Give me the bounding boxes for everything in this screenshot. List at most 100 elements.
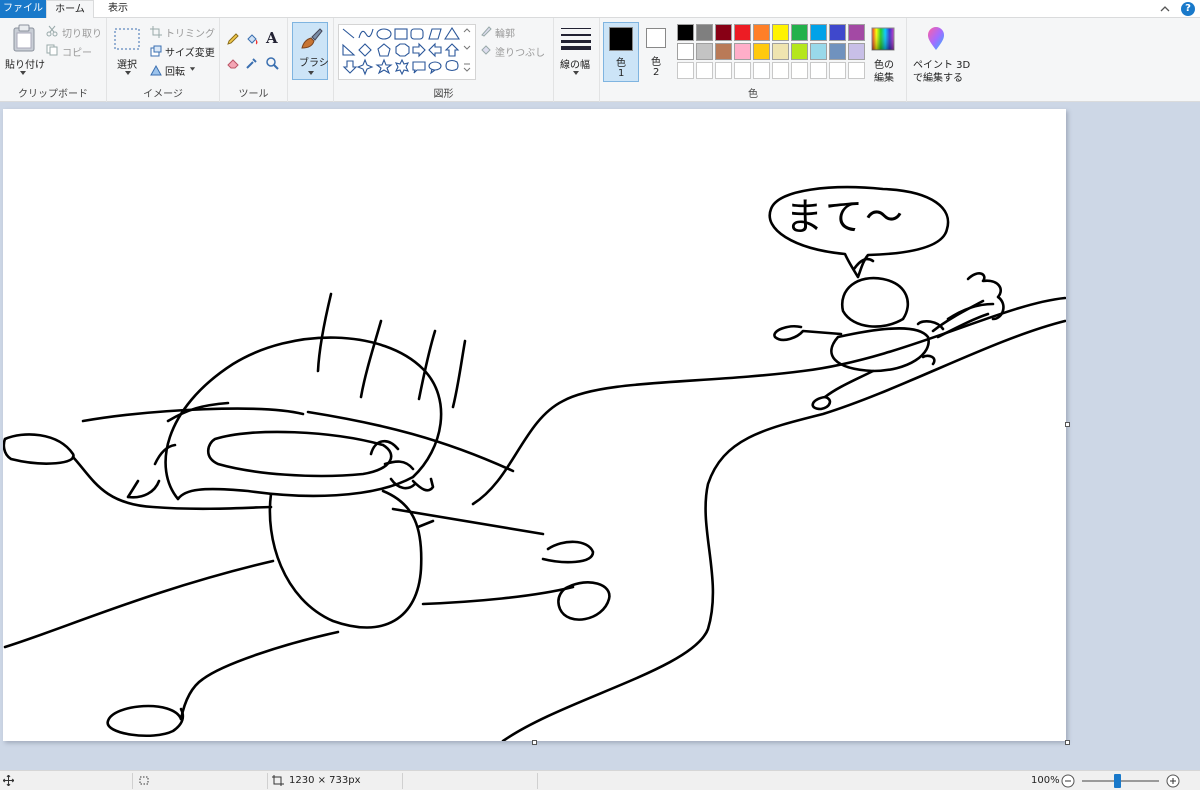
shapes-scroll-icons (463, 28, 471, 72)
palette-swatch[interactable] (848, 43, 865, 60)
brush-button[interactable]: ブラシ (292, 22, 329, 80)
palette-swatch[interactable] (734, 24, 751, 41)
palette-swatch[interactable] (753, 43, 770, 60)
status-separator (132, 773, 133, 789)
color1-swatch (609, 27, 633, 51)
ribbon-tab-bar: ファイル ホーム 表示 ? (0, 0, 1200, 19)
dropdown-arrow-icon[interactable] (124, 70, 132, 76)
color2-button[interactable]: 色 2 (643, 22, 669, 82)
paint3d-line2[interactable]: で編集する (913, 69, 963, 84)
paint3d-group: ペイント 3D で編集する (907, 18, 970, 102)
zoom-in-icon[interactable] (1166, 774, 1180, 788)
palette-swatch[interactable] (810, 43, 827, 60)
palette-swatch[interactable] (810, 24, 827, 41)
select-button[interactable]: 選択 (117, 56, 137, 71)
custom-color-slot[interactable] (791, 62, 808, 79)
palette-swatch[interactable] (829, 43, 846, 60)
chevron-up-icon[interactable] (1158, 2, 1172, 16)
tab-view[interactable]: 表示 (96, 0, 140, 18)
image-group: 選択 トリミング サイズ変更 回転 イメージ (107, 18, 220, 102)
palette-swatch[interactable] (753, 24, 770, 41)
tab-home[interactable]: ホーム (46, 0, 94, 19)
image-size-icon (272, 775, 284, 786)
paste-button[interactable]: 貼り付け (5, 56, 45, 71)
custom-color-slot[interactable] (734, 62, 751, 79)
color1-button[interactable]: 色 1 (603, 22, 639, 82)
custom-color-slot[interactable] (772, 62, 789, 79)
palette-swatch[interactable] (696, 24, 713, 41)
cut-button[interactable]: 切り取り (62, 25, 102, 40)
paste-icon[interactable] (12, 24, 36, 52)
text-tool-icon[interactable]: A (266, 29, 278, 47)
crop-button[interactable]: トリミング (165, 25, 215, 40)
help-icon[interactable]: ? (1181, 2, 1195, 16)
magnifier-icon[interactable] (265, 56, 279, 70)
status-separator (402, 773, 403, 789)
status-separator (267, 773, 268, 789)
tools-group: A ツール (220, 18, 288, 102)
palette-swatch[interactable] (791, 24, 808, 41)
rotate-button[interactable]: 回転 (165, 63, 185, 78)
custom-color-slot[interactable] (848, 62, 865, 79)
size-group: 線の幅 (554, 18, 600, 102)
palette-swatch[interactable] (715, 24, 732, 41)
palette-swatch[interactable] (772, 24, 789, 41)
copy-button[interactable]: コピー (62, 44, 92, 59)
palette-swatch[interactable] (677, 43, 694, 60)
fill-button[interactable]: 塗りつぶし (495, 44, 545, 59)
zoom-out-icon[interactable] (1061, 774, 1075, 788)
palette-swatch[interactable] (829, 24, 846, 41)
eraser-icon[interactable] (226, 56, 240, 70)
line-width-button[interactable]: 線の幅 (560, 56, 590, 71)
image-group-label: イメージ (143, 89, 183, 100)
palette-swatch[interactable] (791, 43, 808, 60)
custom-color-slot[interactable] (696, 62, 713, 79)
colors-group: 色 1 色 2 色の 編集 色 (600, 18, 907, 102)
palette-swatch[interactable] (677, 24, 694, 41)
speech-bubble-text: まて〜 (785, 195, 906, 239)
shapes-gallery[interactable] (338, 24, 476, 80)
shapes-icons (342, 26, 461, 76)
dropdown-arrow-icon[interactable] (572, 70, 580, 76)
palette-swatch[interactable] (772, 43, 789, 60)
shapes-scroll[interactable] (462, 26, 472, 78)
edit-colors-icon[interactable] (871, 27, 895, 51)
pencil-icon[interactable] (226, 32, 240, 46)
select-icon[interactable] (114, 28, 140, 50)
scissors-icon (46, 25, 58, 37)
drawing-canvas[interactable]: まて〜 (3, 109, 1066, 741)
custom-color-slot[interactable] (810, 62, 827, 79)
shapes-group: 輪郭 塗りつぶし 図形 (334, 18, 554, 102)
outline-button[interactable]: 輪郭 (495, 25, 515, 40)
resize-handle-right[interactable] (1065, 422, 1070, 427)
color2-label: 色 (651, 57, 661, 68)
dropdown-arrow-icon[interactable] (19, 70, 27, 76)
dropdown-arrow-icon[interactable] (189, 66, 196, 72)
custom-color-slot[interactable] (829, 62, 846, 79)
custom-color-slot[interactable] (715, 62, 732, 79)
edit-colors-line2[interactable]: 編集 (874, 69, 894, 84)
custom-color-slot[interactable] (753, 62, 770, 79)
fill-bucket-icon[interactable] (245, 32, 259, 46)
line-width-icon[interactable] (561, 26, 591, 50)
palette-swatch[interactable] (734, 43, 751, 60)
dropdown-arrow-icon (308, 71, 314, 75)
zoom-level: 100% (1031, 775, 1060, 786)
doodle-drawing (3, 185, 1066, 741)
resize-button[interactable]: サイズ変更 (165, 44, 215, 59)
brush-group: ブラシ (288, 18, 334, 102)
zoom-slider-thumb[interactable] (1113, 774, 1121, 788)
paint3d-icon[interactable] (924, 25, 948, 51)
ribbon: 貼り付け 切り取り コピー クリップボード 選択 トリミング サイズ変更 回転 … (0, 18, 1200, 102)
resize-handle-bottom[interactable] (532, 740, 537, 745)
color2-number: 2 (653, 67, 660, 78)
palette-swatch[interactable] (715, 43, 732, 60)
palette-swatch[interactable] (848, 24, 865, 41)
resize-handle-corner[interactable] (1065, 740, 1070, 745)
palette-swatch[interactable] (696, 43, 713, 60)
custom-color-slot[interactable] (677, 62, 694, 79)
colors-group-label: 色 (748, 89, 758, 100)
color-picker-icon[interactable] (245, 56, 259, 70)
color1-number: 1 (618, 68, 625, 79)
tab-file[interactable]: ファイル (0, 0, 46, 18)
